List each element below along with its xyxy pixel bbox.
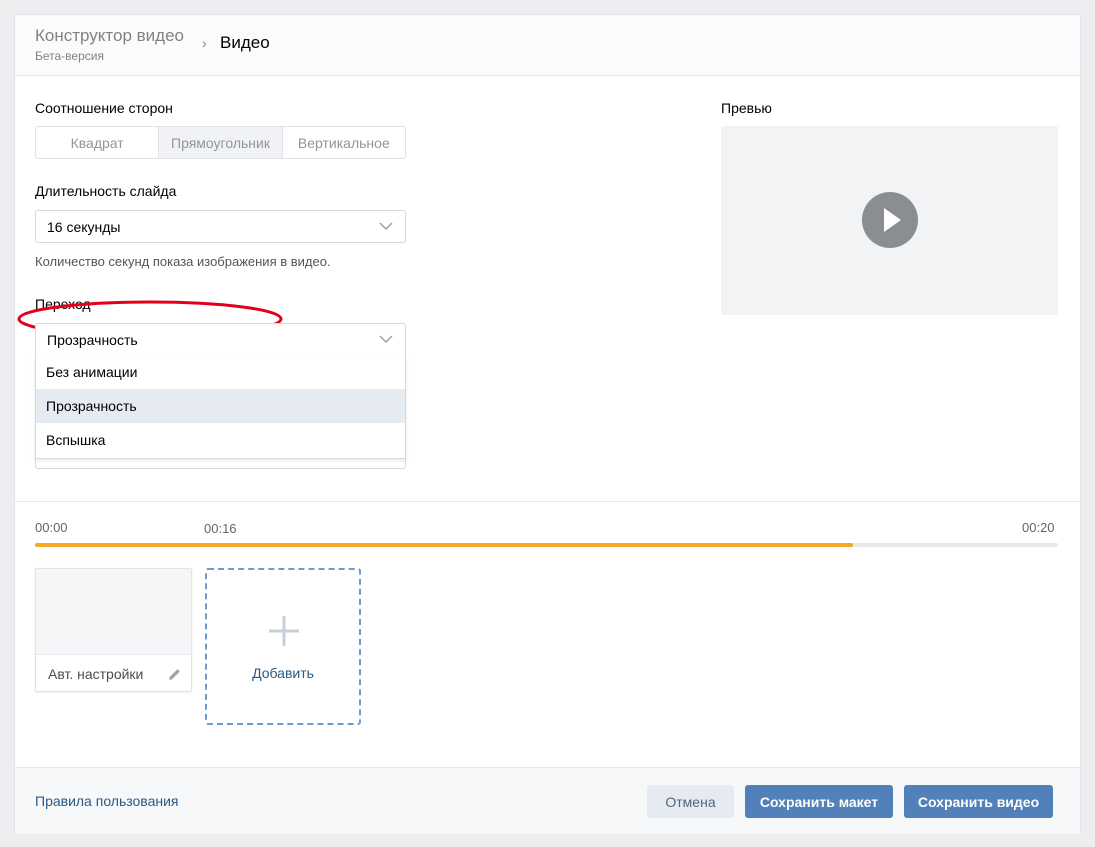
transition-option-opacity[interactable]: Прозрачность: [36, 389, 405, 423]
page-title: Видео: [220, 33, 270, 52]
terms-of-use-link[interactable]: Правила пользования: [35, 793, 179, 809]
slide-duration-label: Длительность слайда: [35, 183, 177, 199]
play-button[interactable]: [862, 192, 918, 248]
plus-icon: [269, 616, 299, 646]
aspect-option-vertical[interactable]: Вертикальное: [283, 127, 405, 158]
timeline-marker-time: 00:16: [204, 521, 237, 536]
save-layout-button[interactable]: Сохранить макет: [745, 785, 893, 818]
slide-card[interactable]: Авт. настройки: [35, 568, 192, 692]
slide-thumbnail: [36, 569, 191, 655]
slide-duration-value: 16 секунды: [47, 219, 121, 235]
chevron-down-icon: [379, 335, 393, 344]
aspect-option-rectangle[interactable]: Прямоугольник: [159, 127, 283, 158]
video-constructor-card: Конструктор видео Бета-версия › Видео Со…: [14, 14, 1081, 834]
play-icon: [884, 208, 901, 232]
slide-settings-label: Авт. настройки: [48, 666, 144, 682]
breadcrumb-parent[interactable]: Конструктор видео: [35, 26, 184, 46]
aspect-option-square[interactable]: Квадрат: [36, 127, 160, 158]
preview-label: Превью: [721, 100, 772, 116]
timeline-progress: [35, 543, 854, 547]
save-video-button[interactable]: Сохранить видео: [904, 785, 1053, 818]
transition-select[interactable]: Прозрачность: [35, 323, 406, 356]
timeline-end-time: 00:20: [1022, 520, 1055, 535]
aspect-ratio-label: Соотношение сторон: [35, 100, 173, 116]
transition-value: Прозрачность: [47, 332, 138, 348]
add-slide-button[interactable]: Добавить: [205, 568, 361, 725]
page-header: Конструктор видео Бета-версия › Видео: [15, 15, 1080, 76]
cancel-button[interactable]: Отмена: [647, 785, 734, 818]
slide-duration-hint: Количество секунд показа изображения в в…: [35, 254, 331, 269]
slide-duration-select[interactable]: 16 секунды: [35, 210, 406, 243]
transition-option-none[interactable]: Без анимации: [36, 355, 405, 389]
aspect-ratio-segmented-control: Квадрат Прямоугольник Вертикальное: [35, 126, 406, 159]
breadcrumb-separator: ›: [202, 35, 207, 51]
transition-option-flash[interactable]: Вспышка: [36, 423, 405, 457]
add-slide-label: Добавить: [252, 665, 314, 681]
breadcrumb-subtitle: Бета-версия: [35, 49, 104, 63]
footer-bar: Правила пользования Отмена Сохранить мак…: [15, 767, 1080, 834]
section-divider: [15, 501, 1080, 502]
timeline-track[interactable]: [35, 543, 1058, 547]
chevron-down-icon: [379, 222, 393, 231]
pencil-icon[interactable]: [168, 668, 181, 681]
timeline-start-time: 00:00: [35, 520, 68, 535]
transition-dropdown-menu: Без анимации Прозрачность Вспышка: [35, 355, 406, 459]
preview-player: [721, 126, 1058, 315]
